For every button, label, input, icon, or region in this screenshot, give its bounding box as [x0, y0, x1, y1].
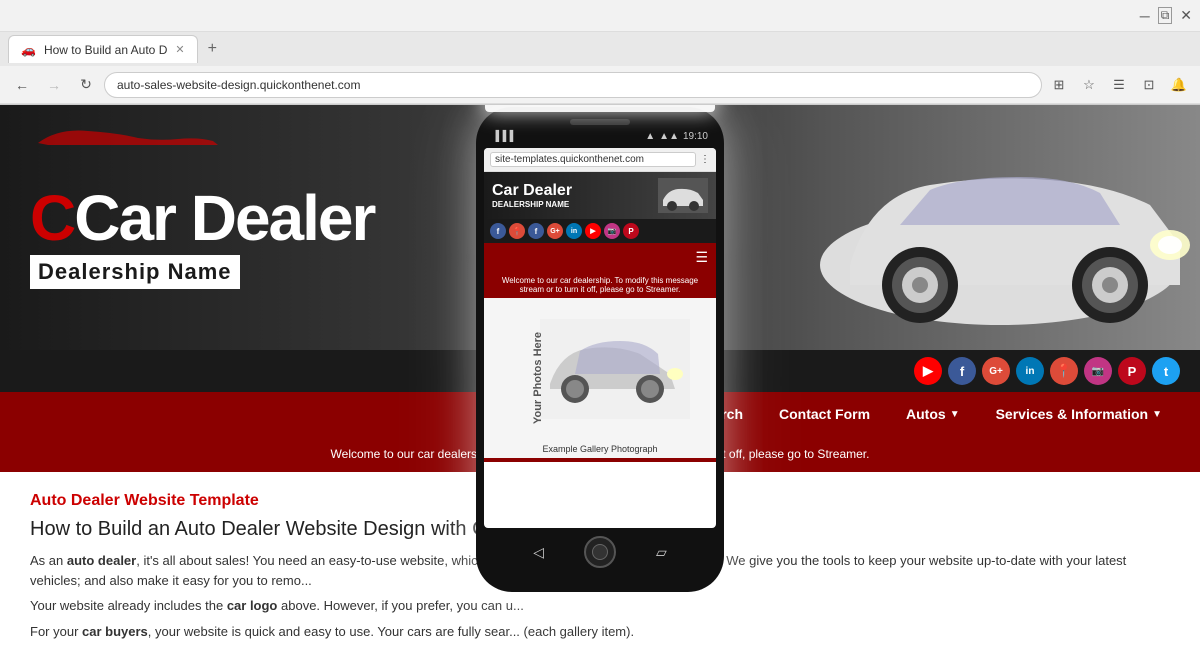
- phone-li-icon: in: [566, 223, 582, 239]
- website-content: CCar Dealer Dealership Name: [0, 105, 1200, 645]
- phone-ig-icon: 📷: [604, 223, 620, 239]
- phone-social-bar: f 📍 f G+ in ▶ 📷 P: [484, 219, 716, 243]
- dealership-name: Dealership Name: [30, 255, 240, 289]
- phone-fb2-icon: f: [528, 223, 544, 239]
- close-button[interactable]: ✕: [1180, 7, 1192, 24]
- bookmark-icon[interactable]: ☆: [1076, 72, 1102, 98]
- phone-time: 19:10: [683, 131, 708, 142]
- tab-favicon: 🚗: [21, 43, 36, 57]
- car-silhouette-icon: [28, 123, 228, 153]
- browser-chrome: ─ ⧉ ✕ 🚗 How to Build an Auto D ✕ + ← → ↻…: [0, 0, 1200, 105]
- title-bar: ─ ⧉ ✕: [0, 0, 1200, 32]
- mobile-overlay-label: View on Mobile Phone: [485, 105, 715, 112]
- phone-bottom-bar: ◁ ▱: [484, 528, 716, 572]
- phone-wrapper: ▐▐▐ ▲ ▲▲ 19:10 site-templates.quickonthe…: [476, 107, 724, 592]
- phone-notch: [570, 119, 630, 125]
- phone-address-bar: site-templates.quickonthenet.com ⋮: [484, 148, 716, 172]
- tab-bar: 🚗 How to Build an Auto D ✕ +: [0, 32, 1200, 66]
- phone-menu-icon: ⋮: [700, 154, 710, 165]
- tab-title: How to Build an Auto D: [44, 43, 167, 57]
- restore-button[interactable]: ⧉: [1158, 7, 1173, 24]
- instagram-icon[interactable]: 📷: [1084, 357, 1112, 385]
- site-logo-text: CCar Dealer: [30, 186, 374, 251]
- phone-loc-icon: 📍: [509, 223, 525, 239]
- phone-home-button[interactable]: [584, 536, 616, 568]
- youtube-icon[interactable]: ▶: [914, 357, 942, 385]
- header-logo: CCar Dealer Dealership Name: [0, 146, 404, 309]
- forward-button[interactable]: →: [40, 71, 68, 99]
- phone-back-button[interactable]: ◁: [533, 544, 544, 561]
- phone-gallery-caption: Example Gallery Photograph: [538, 440, 661, 458]
- phone-top-bar: ▐▐▐ ▲ ▲▲ 19:10: [484, 131, 716, 148]
- googleplus-icon[interactable]: G+: [982, 357, 1010, 385]
- phone-fb-icon: f: [490, 223, 506, 239]
- phone-wifi-icon: ▲: [645, 131, 655, 142]
- phone-logo: Car Dealer: [492, 182, 572, 200]
- phone-recent-button[interactable]: ▱: [656, 544, 667, 561]
- active-tab[interactable]: 🚗 How to Build an Auto D ✕: [8, 35, 198, 63]
- services-dropdown-arrow: ▼: [1152, 409, 1162, 420]
- facebook-icon[interactable]: f: [948, 357, 976, 385]
- nav-autos[interactable]: Autos ▼: [888, 392, 978, 436]
- bookmarks-bar-toggle[interactable]: ⊞: [1046, 72, 1072, 98]
- minimize-button[interactable]: ─: [1140, 8, 1150, 24]
- phone-signal-icon: ▐▐▐: [492, 131, 513, 142]
- address-bar[interactable]: auto-sales-website-design.quickonthenet.…: [104, 72, 1042, 98]
- phone-pi-icon: P: [623, 223, 639, 239]
- phone-logo-sub: DEALERSHIP NAME: [492, 200, 572, 209]
- phone-nav-bar: ☰: [484, 243, 716, 272]
- toolbar-right: ⊞ ☆ ☰ ⊡ 🔔: [1046, 72, 1192, 98]
- phone-gallery-text: Your Photos Here: [532, 332, 544, 424]
- phone-car-image: [658, 178, 708, 213]
- phone-streamer: Welcome to our car dealership. To modify…: [484, 272, 716, 298]
- url-text: auto-sales-website-design.quickonthenet.…: [117, 78, 360, 92]
- back-button[interactable]: ←: [8, 71, 36, 99]
- linkedin-icon[interactable]: in: [1016, 357, 1044, 385]
- autos-dropdown-arrow: ▼: [950, 409, 960, 420]
- refresh-button[interactable]: ↻: [72, 71, 100, 99]
- phone-screen: site-templates.quickonthenet.com ⋮ Car D…: [484, 148, 716, 528]
- phone-red-bar: [484, 458, 716, 462]
- phone-hamburger-icon[interactable]: ☰: [695, 249, 708, 266]
- phone-gallery: Your Photos Here Examp: [484, 298, 716, 458]
- tab-close-button[interactable]: ✕: [175, 43, 184, 56]
- phone-gp-icon: G+: [547, 223, 563, 239]
- mobile-overlay: View on Mobile Phone ▐▐▐ ▲ ▲▲ 19:10 site…: [476, 105, 724, 592]
- toolbar: ← → ↻ auto-sales-website-design.quickont…: [0, 66, 1200, 104]
- nav-services-information[interactable]: Services & Information ▼: [978, 392, 1180, 436]
- cast-icon[interactable]: ⊡: [1136, 72, 1162, 98]
- menu-icon[interactable]: ☰: [1106, 72, 1132, 98]
- phone-yt-icon: ▶: [585, 223, 601, 239]
- new-tab-button[interactable]: +: [202, 40, 223, 58]
- notification-icon[interactable]: 🔔: [1166, 72, 1192, 98]
- pinterest-icon[interactable]: P: [1118, 357, 1146, 385]
- phone-site-header: Car Dealer DEALERSHIP NAME: [484, 172, 716, 219]
- phone-gallery-car-image: [540, 319, 690, 419]
- nav-contact-form[interactable]: Contact Form: [761, 392, 888, 436]
- location-icon[interactable]: 📍: [1050, 357, 1078, 385]
- twitter-icon[interactable]: t: [1152, 357, 1180, 385]
- phone-url: site-templates.quickonthenet.com: [490, 152, 696, 167]
- phone-network-icon: ▲▲: [659, 131, 679, 142]
- content-paragraph-2: Your website already includes the car lo…: [30, 596, 1170, 616]
- content-paragraph-3: For your car buyers, your website is qui…: [30, 622, 1170, 642]
